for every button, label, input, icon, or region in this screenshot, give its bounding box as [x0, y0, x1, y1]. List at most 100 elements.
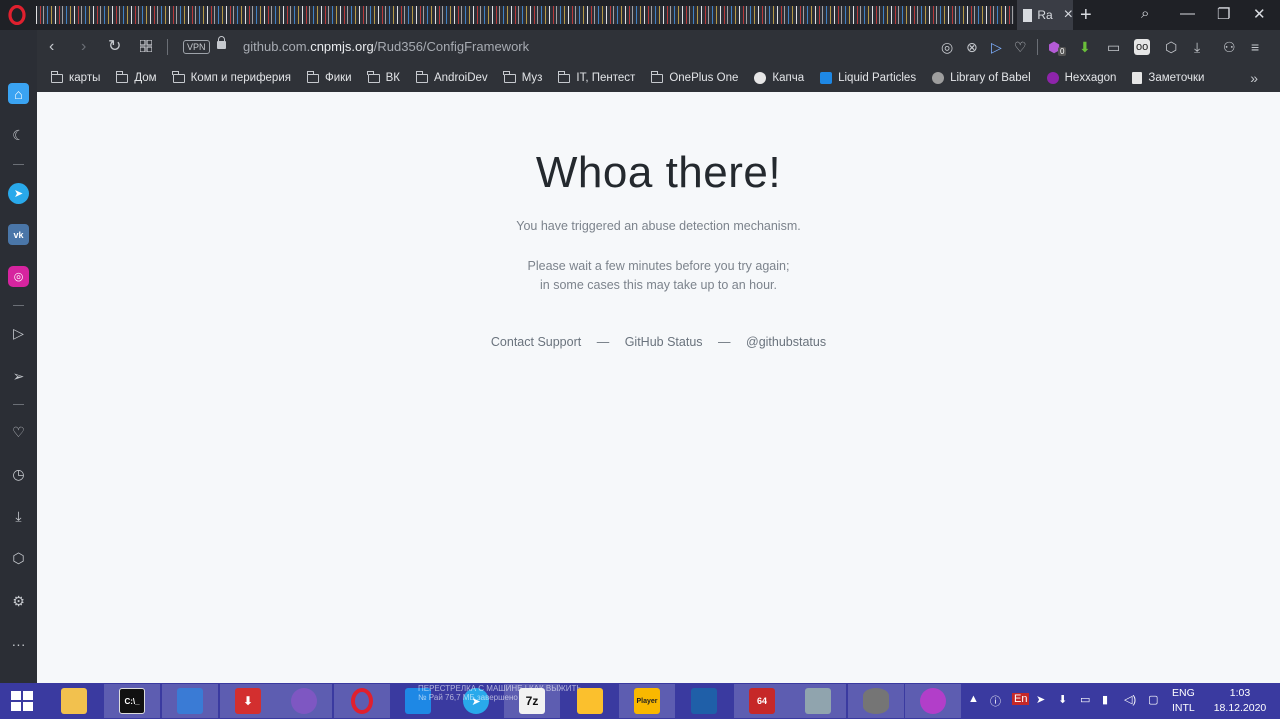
taskbar-app-cat[interactable] — [905, 684, 961, 718]
taskbar-app-monitor[interactable] — [790, 684, 846, 718]
taskbar-app-virtualbox[interactable] — [676, 684, 732, 718]
close-tab-icon[interactable]: × — [1064, 6, 1073, 24]
taskbar-app-opera[interactable] — [334, 684, 390, 718]
lock-icon[interactable] — [217, 36, 226, 49]
taskbar-app-player[interactable]: Player — [619, 684, 675, 718]
sidebar: ⌂ ☾ ➤ vk ◎ ▷ ➢ ♡ ◷ ⤓ ⬡ ⚙ ··· — [0, 30, 37, 683]
telegram-icon[interactable]: ➤ — [8, 183, 29, 204]
heart-icon[interactable]: ♡ — [1014, 39, 1027, 55]
tray-info-icon[interactable]: ⓘ — [990, 693, 1001, 709]
home-icon[interactable]: ⌂ — [8, 83, 29, 104]
player-icon: Player — [634, 688, 660, 714]
7zip-icon: 7z — [519, 688, 545, 714]
bookmark-karty[interactable]: карты — [50, 70, 100, 84]
more-bookmarks-icon[interactable]: » — [1250, 70, 1258, 86]
reload-icon[interactable]: ↻ — [108, 38, 121, 56]
close-window-button[interactable]: ✕ — [1253, 5, 1266, 23]
bookmark-fiki[interactable]: Фики — [306, 70, 352, 84]
back-icon[interactable]: ‹ — [49, 38, 54, 56]
new-tab-button[interactable]: + — [1080, 4, 1092, 27]
tray-window-icon[interactable]: ▭ — [1080, 693, 1090, 706]
pinned-tabs-strip[interactable] — [36, 6, 1014, 24]
taskbar-app-network-tool[interactable] — [562, 684, 618, 718]
cube-icon[interactable]: ⬡ — [8, 548, 29, 569]
taskbar-app-7zip[interactable]: 7z — [504, 684, 560, 718]
bookmark-library-of-babel[interactable]: Library of Babel — [932, 72, 1031, 84]
downloads-icon[interactable]: ⤓ — [8, 506, 29, 527]
bookmark-vk[interactable]: ВК — [367, 70, 400, 84]
divider — [167, 39, 168, 55]
active-tab-title: Ra — [1037, 8, 1053, 22]
tab-strip: Ra × + ⌕ — ❐ ✕ — [0, 0, 1280, 30]
folder-icon — [415, 70, 428, 83]
tray-notifications-icon[interactable]: ▢ — [1148, 693, 1158, 706]
minimize-button[interactable]: — — [1180, 5, 1195, 22]
bookmark-zametochki[interactable]: Заметочки — [1132, 72, 1204, 84]
forward-icon[interactable]: › — [81, 38, 86, 56]
vpn-badge[interactable]: VPN — [183, 40, 210, 54]
taskbar-app-cmd[interactable]: C:\_ — [104, 684, 160, 718]
tray-expand-icon[interactable]: ▲ — [968, 693, 979, 705]
settings-icon[interactable]: ⚙ — [8, 591, 29, 612]
cube-icon[interactable]: ⬡ — [1165, 39, 1177, 55]
twitter-link[interactable]: @githubstatus — [746, 335, 826, 349]
downloads-icon[interactable]: ⤓ — [1194, 39, 1200, 55]
windows-start-icon[interactable] — [11, 691, 33, 711]
send-icon[interactable]: ➢ — [8, 366, 29, 387]
bookmark-it-pentest[interactable]: IT, Пентест — [558, 70, 635, 84]
taskbar-app-paint[interactable] — [276, 684, 332, 718]
folder-icon — [650, 70, 664, 83]
debian-icon: 64 — [749, 688, 775, 714]
bookmark-liquid-particles[interactable]: Liquid Particles — [820, 72, 916, 84]
clock[interactable]: 1:03 18.12.2020 — [1210, 686, 1270, 716]
vk-icon[interactable]: vk — [8, 224, 29, 245]
tray-volume-icon[interactable]: ◁) — [1124, 693, 1136, 706]
bookmark-hexxagon[interactable]: Hexxagon — [1046, 72, 1116, 84]
translate-icon[interactable]: ▭ — [1107, 39, 1120, 55]
player-icon[interactable]: ▷ — [8, 323, 29, 344]
folder-icon — [115, 70, 129, 83]
url-path: /Rud356/ConfigFramework — [373, 39, 530, 54]
tray-en-icon[interactable]: En — [1012, 693, 1030, 705]
history-icon[interactable]: ◷ — [8, 464, 29, 485]
taskbar-app-debian[interactable]: 64 — [734, 684, 790, 718]
opera-icon — [351, 688, 373, 714]
opera-menu-icon[interactable] — [6, 5, 28, 25]
taskbar-app-remote-desktop[interactable] — [162, 684, 218, 718]
taskbar-app-downloader[interactable]: ⬇ — [220, 684, 276, 718]
adblock-icon[interactable]: ⊗ — [966, 39, 978, 55]
github-status-link[interactable]: GitHub Status — [625, 335, 703, 349]
search-tabs-icon[interactable]: ⌕ — [1141, 5, 1149, 22]
active-tab[interactable]: Ra × — [1017, 0, 1073, 30]
taskbar-app-database[interactable] — [848, 684, 904, 718]
camera-icon[interactable]: ◎ — [941, 39, 953, 55]
download-ext-icon[interactable]: ⬇ — [1079, 39, 1091, 55]
tabs-grid-icon[interactable] — [140, 40, 152, 52]
taskbar-app-file-explorer[interactable] — [46, 684, 102, 718]
bookmark-komp[interactable]: Комп и периферия — [172, 70, 291, 84]
profile-icon[interactable]: ⚇ — [1223, 39, 1236, 55]
heart-icon[interactable]: ♡ — [8, 422, 29, 443]
instagram-icon[interactable]: ◎ — [8, 266, 29, 287]
restore-button[interactable]: ❐ — [1217, 5, 1230, 23]
bookmark-androidev[interactable]: AndroiDev — [415, 70, 488, 84]
menu-icon[interactable]: ≡ — [1251, 39, 1259, 55]
page-content: Whoa there! You have triggered an abuse … — [37, 92, 1280, 683]
more-icon[interactable]: ··· — [8, 633, 29, 654]
tray-downloader-icon[interactable]: ⬇ — [1058, 693, 1067, 706]
tray-telegram-icon[interactable]: ➤ — [1036, 693, 1045, 706]
folder-icon — [558, 70, 571, 83]
language-indicator[interactable]: ENG INTL — [1172, 686, 1195, 716]
url-field[interactable]: github.com.cnpmjs.org/Rud356/ConfigFrame… — [243, 39, 529, 54]
bookmark-kapcha[interactable]: Капча — [754, 72, 804, 84]
bookmark-oneplus[interactable]: OnePlus One — [650, 70, 738, 84]
bookmark-muz[interactable]: Муз — [503, 70, 542, 84]
bot-icon[interactable]: oo — [1134, 39, 1151, 55]
send-icon[interactable]: ▷ — [991, 39, 1002, 55]
tray-battery-icon[interactable]: ▮ — [1102, 693, 1108, 706]
history-moon-icon[interactable]: ☾ — [8, 125, 29, 146]
address-bar: ‹ › ↻ VPN github.com.cnpmjs.org/Rud356/C… — [37, 30, 1280, 64]
hex-dot-icon — [1046, 72, 1059, 84]
bookmark-dom[interactable]: Дом — [115, 70, 157, 84]
contact-support-link[interactable]: Contact Support — [491, 335, 581, 349]
